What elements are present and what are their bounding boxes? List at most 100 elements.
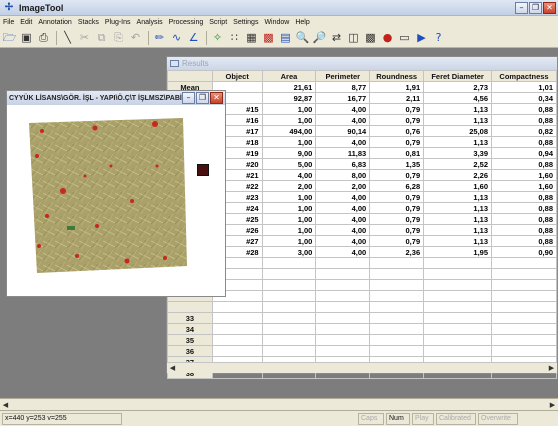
table-cell[interactable] [491,279,557,291]
grid-icon[interactable]: ▦ [244,30,259,45]
line-tool-icon[interactable]: ╲ [60,30,75,45]
table-cell[interactable]: 4,00 [315,114,371,126]
table-cell[interactable]: 1,13 [423,114,493,126]
column-header[interactable]: Roundness [369,70,425,82]
table-cell[interactable] [369,345,425,357]
paste-icon[interactable]: ⎘ [111,30,126,45]
analyzed-image[interactable] [7,106,225,296]
table-cell[interactable] [491,257,557,269]
table-cell[interactable]: 1,00 [261,103,317,115]
table-cell[interactable]: 1,00 [261,213,317,225]
table-cell[interactable] [261,268,317,280]
table-cell[interactable] [423,345,493,357]
column-header[interactable]: Object [211,70,263,82]
row-header[interactable]: 33 [167,312,213,324]
menu-window[interactable]: Window [264,19,289,26]
table-cell[interactable] [369,257,425,269]
table-cell[interactable] [369,312,425,324]
table-cell[interactable] [369,268,425,280]
swap-icon[interactable]: ⇄ [329,30,344,45]
table-cell[interactable]: 2,00 [261,180,317,192]
table-cell[interactable]: 4,00 [315,235,371,247]
table-cell[interactable]: 0,90 [491,246,557,258]
table-cell[interactable]: 4,00 [315,213,371,225]
workspace-horizontal-scrollbar[interactable]: ◀ ▶ [0,398,558,410]
table-cell[interactable] [211,312,263,324]
table-cell[interactable]: 0,81 [369,147,425,159]
table-cell[interactable] [491,345,557,357]
table-cell[interactable]: 11,83 [315,147,371,159]
image-icon[interactable]: ▩ [261,30,276,45]
table-cell[interactable] [261,290,317,302]
restore-button[interactable]: ❐ [529,2,542,14]
column-header[interactable]: Area [261,70,317,82]
scroll-left-icon[interactable]: ◀ [167,363,178,373]
scroll-right-icon[interactable]: ▶ [546,363,557,373]
cut-icon[interactable]: ✂ [77,30,92,45]
table-cell[interactable] [369,334,425,346]
column-header[interactable]: Perimeter [315,70,371,82]
table-icon[interactable]: ◫ [346,30,361,45]
table-cell[interactable] [423,257,493,269]
menu-analysis[interactable]: Analysis [137,19,163,26]
table-cell[interactable]: 0,79 [369,136,425,148]
table-cell[interactable]: 4,00 [315,224,371,236]
table-cell[interactable]: 1,60 [491,180,557,192]
menu-script[interactable]: Script [209,19,227,26]
table-cell[interactable]: 1,60 [491,169,557,181]
table-cell[interactable]: 2,52 [423,158,493,170]
table-cell[interactable]: 1,91 [369,81,425,93]
minimize-button[interactable]: – [515,2,528,14]
table-cell[interactable] [369,301,425,313]
table-cell[interactable]: 494,00 [261,125,317,137]
table-cell[interactable]: 0,88 [491,213,557,225]
pencil-icon[interactable]: ✏ [152,30,167,45]
freehand-icon[interactable]: ∿ [169,30,184,45]
table-cell[interactable] [423,301,493,313]
table-cell[interactable] [491,268,557,280]
scroll-left-icon[interactable]: ◀ [0,400,11,410]
table-cell[interactable]: 4,56 [423,92,493,104]
table-cell[interactable]: 0,88 [491,191,557,203]
angle-icon[interactable]: ∠ [186,30,201,45]
play-icon[interactable]: ▶ [414,30,429,45]
scatter-icon[interactable]: ∷ [227,30,242,45]
table-cell[interactable] [423,279,493,291]
chart-icon[interactable]: ▤ [278,30,293,45]
table-cell[interactable]: 92,87 [261,92,317,104]
menu-edit[interactable]: Edit [20,19,32,26]
table-cell[interactable] [261,323,317,335]
help-icon[interactable]: ? [431,30,446,45]
table-cell[interactable] [261,279,317,291]
menu-plugins[interactable]: Plug-Ins [105,19,131,26]
table-cell[interactable] [369,279,425,291]
table-cell[interactable] [315,345,371,357]
column-header[interactable]: Feret Diameter [423,70,493,82]
table-cell[interactable]: 0,88 [491,235,557,247]
table-cell[interactable] [423,290,493,302]
table-cell[interactable]: 2,36 [369,246,425,258]
color-swatch[interactable] [197,164,209,176]
color-icon[interactable]: ● [380,30,395,45]
table-cell[interactable]: 16,77 [315,92,371,104]
table-row[interactable]: 35 [167,334,557,346]
table-cell[interactable] [315,290,371,302]
table-row[interactable]: 34 [167,323,557,335]
table-cell[interactable]: 0,88 [491,202,557,214]
table-cell[interactable]: 0,94 [491,147,557,159]
row-header[interactable] [167,301,213,313]
table-cell[interactable]: 1,13 [423,224,493,236]
row-header[interactable]: 34 [167,323,213,335]
stack-icon[interactable]: ▭ [397,30,412,45]
table-cell[interactable]: 1,13 [423,213,493,225]
table-cell[interactable]: 0,88 [491,158,557,170]
save-icon[interactable]: ▣ [19,30,34,45]
row-header[interactable]: 36 [167,345,213,357]
menu-file[interactable]: File [3,19,14,26]
table-cell[interactable]: 1,00 [261,224,317,236]
menu-stacks[interactable]: Stacks [78,19,99,26]
menu-annotation[interactable]: Annotation [38,19,71,26]
table-cell[interactable]: 0,88 [491,103,557,115]
table-cell[interactable]: 0,79 [369,114,425,126]
close-button[interactable]: ✕ [543,2,556,14]
